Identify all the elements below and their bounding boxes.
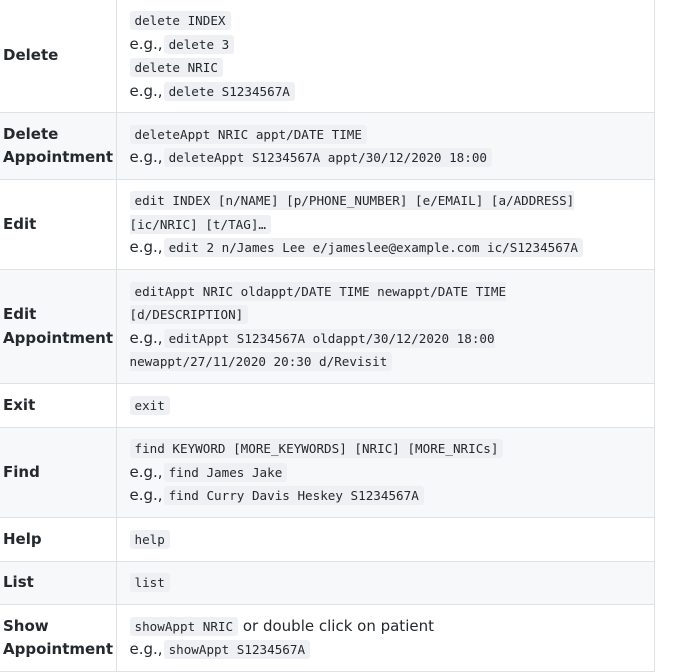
command-cell: Delete: [0, 0, 117, 113]
example-prefix: e.g.,: [129, 462, 163, 481]
format-cell: find KEYWORD [MORE_KEYWORDS] [NRIC] [MOR…: [115, 427, 655, 518]
command-name: Exit: [3, 395, 36, 414]
example-line: e.g., find James Jake: [130, 461, 646, 485]
table-row: Delete Appointment deleteAppt NRIC appt/…: [0, 112, 655, 180]
command-name: Help: [3, 529, 42, 548]
format-suffix: or double click on patient: [242, 616, 434, 635]
command-name-line: Show: [3, 616, 49, 635]
table-row: Edit edit INDEX [n/NAME] [p/PHONE_NUMBER…: [0, 179, 655, 270]
table-row: Help help: [0, 517, 655, 562]
example-line: e.g., delete 3: [130, 33, 646, 57]
format-cell: deleteAppt NRIC appt/DATE TIME e.g., dele…: [115, 112, 655, 180]
format-line: showAppt NRIC or double click on patient: [129, 615, 646, 639]
format-code: delete INDEX: [129, 11, 231, 30]
command-name-line: Edit: [3, 305, 37, 323]
example-prefix: e.g.,: [129, 34, 163, 53]
command-cell: Help: [0, 517, 117, 562]
example-code: editAppt S1234567A oldappt/30/12/2020 18…: [129, 328, 495, 371]
example-code: find Curry Davis Heskey S1234567A: [163, 486, 424, 506]
format-line: find KEYWORD [MORE_KEYWORDS] [NRIC] [MOR…: [129, 437, 646, 461]
format-code: exit: [129, 395, 170, 415]
command-cell: List: [0, 561, 117, 605]
format-code: showAppt NRIC: [129, 616, 239, 636]
format-line: delete NRIC: [129, 56, 646, 80]
example-line: e.g., find Curry Davis Heskey S1234567A: [130, 484, 646, 508]
format-code: list: [129, 573, 170, 593]
format-cell: help: [115, 517, 655, 562]
format-cell: delete INDEX e.g., delete 3 delete NRIC e…: [115, 0, 655, 113]
command-summary-table: Delete delete INDEX e.g., delete 3 delete…: [0, 0, 655, 672]
example-prefix: e.g.,: [129, 81, 163, 100]
example-code: showAppt S1234567A: [163, 640, 311, 659]
example-prefix: e.g.,: [129, 328, 163, 347]
format-cell: exit: [115, 383, 655, 428]
example-prefix: e.g.,: [129, 486, 163, 505]
format-line: list: [129, 571, 646, 595]
table-row: List list: [0, 561, 655, 605]
table-row: Find find KEYWORD [MORE_KEYWORDS] [NRIC]…: [0, 427, 655, 518]
format-code: editAppt NRIC oldappt/DATE TIME newappt/…: [129, 281, 507, 324]
example-line: e.g., delete S1234567A: [130, 80, 646, 104]
format-line: help: [129, 528, 646, 552]
table-row: Show Appointment showAppt NRIC or double…: [0, 604, 655, 672]
command-name: Find: [3, 462, 40, 481]
table-row: Exit exit: [0, 383, 655, 428]
example-code: find James Jake: [163, 462, 288, 482]
command-cell: Edit Appointment: [0, 269, 117, 384]
format-line: editAppt NRIC oldappt/DATE TIME newappt/…: [129, 280, 646, 327]
command-cell: Find: [0, 427, 117, 518]
format-cell: list: [115, 561, 655, 605]
format-line: exit: [129, 394, 646, 418]
example-prefix: e.g.,: [129, 640, 163, 658]
command-name: Edit: [3, 214, 37, 233]
example-code: edit 2 n/James Lee e/jameslee@example.co…: [163, 238, 583, 258]
format-line: edit INDEX [n/NAME] [p/PHONE_NUMBER] [e/…: [129, 189, 646, 236]
table-row: Delete delete INDEX e.g., delete 3 delete…: [0, 0, 655, 113]
command-cell: Edit: [0, 179, 117, 270]
command-name-line: Delete: [3, 124, 59, 143]
command-name-line: Appointment: [3, 148, 114, 166]
example-prefix: e.g.,: [129, 238, 163, 257]
format-line: deleteAppt NRIC appt/DATE TIME: [129, 123, 646, 147]
example-line: e.g., showAppt S1234567A: [130, 638, 646, 662]
table-row: Edit Appointment editAppt NRIC oldappt/D…: [0, 269, 655, 384]
example-prefix: e.g.,: [129, 148, 163, 166]
format-code: delete NRIC: [129, 58, 223, 77]
format-cell: editAppt NRIC oldappt/DATE TIME newappt/…: [115, 269, 655, 384]
format-cell: showAppt NRIC or double click on patient…: [115, 604, 655, 672]
example-code: delete S1234567A: [163, 81, 295, 101]
example-code: deleteAppt S1234567A appt/30/12/2020 18:…: [163, 148, 493, 167]
command-name: Delete: [3, 46, 59, 65]
format-code: edit INDEX [n/NAME] [p/PHONE_NUMBER] [e/…: [129, 191, 575, 234]
example-line: e.g., editAppt S1234567A oldappt/30/12/20…: [129, 327, 646, 374]
command-name: List: [3, 573, 34, 592]
format-cell: edit INDEX [n/NAME] [p/PHONE_NUMBER] [e/…: [115, 179, 655, 270]
example-line: e.g., edit 2 n/James Lee e/jameslee@examp…: [130, 236, 646, 260]
command-cell: Exit: [0, 383, 117, 428]
example-line: e.g., deleteAppt S1234567A appt/30/12/202…: [130, 146, 646, 170]
command-name-line: Appointment: [3, 640, 114, 658]
command-summary-table-wrapper: Delete delete INDEX e.g., delete 3 delete…: [0, 0, 655, 672]
command-name-line: Appointment: [3, 328, 114, 347]
format-code: help: [129, 529, 170, 549]
format-code: deleteAppt NRIC appt/DATE TIME: [129, 124, 367, 144]
command-cell: Show Appointment: [0, 604, 117, 672]
format-code: find KEYWORD [MORE_KEYWORDS] [NRIC] [MOR…: [129, 439, 504, 459]
command-cell: Delete Appointment: [0, 112, 117, 180]
format-line: delete INDEX: [129, 9, 646, 33]
example-code: delete 3: [163, 34, 235, 54]
